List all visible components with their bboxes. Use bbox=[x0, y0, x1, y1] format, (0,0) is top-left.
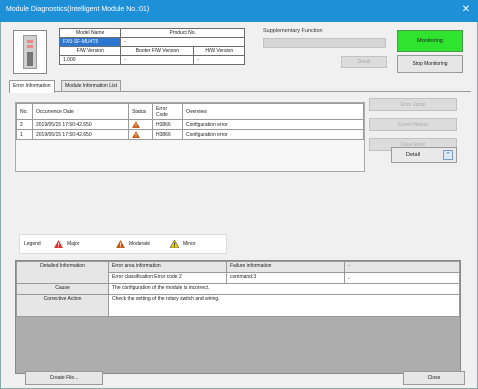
detail-information-box: Detailed Information Error area informat… bbox=[15, 260, 461, 374]
legend-major-text: Major bbox=[67, 241, 80, 247]
error-table: No. Occurrence Date Status Error Code Ov… bbox=[16, 103, 364, 140]
col-status: Status bbox=[128, 103, 153, 120]
failure-info-value: command:3 bbox=[226, 272, 345, 284]
error-area-value: Error classification:Error code 2 bbox=[108, 272, 227, 284]
model-name-header: Model Name bbox=[58, 28, 122, 38]
booter-fw-header: Booter F/W Version bbox=[120, 46, 195, 56]
stop-monitoring-button[interactable]: Stop Monitoring bbox=[397, 55, 463, 73]
table-row[interactable]: 2 2019/05/15 17:50:42.650 H3866 Configur… bbox=[16, 119, 364, 130]
supplementary-function-label: Supplementary Function bbox=[263, 28, 323, 34]
detailed-information-label: Detailed Information bbox=[16, 261, 109, 284]
error-jump-button[interactable]: Error Jump bbox=[369, 98, 457, 111]
detail-information-table: Detailed Information Error area informat… bbox=[16, 261, 460, 317]
corrective-action-value: Check the setting of the rotary switch a… bbox=[108, 294, 460, 317]
legend-moderate-text: Moderate bbox=[129, 241, 151, 247]
col-no: No. bbox=[16, 103, 33, 120]
row-overview: Configuration error bbox=[182, 129, 364, 140]
row-date: 2019/05/15 17:50:42.650 bbox=[32, 129, 129, 140]
col-error-code: Error Code bbox=[152, 103, 183, 120]
row-status bbox=[128, 129, 153, 140]
product-no-header: Product No. bbox=[120, 28, 245, 38]
module-info-table: Model Name Product No. FX5-SF-MU4T5 - F/… bbox=[58, 28, 245, 65]
extra-header: - bbox=[344, 261, 460, 273]
monitoring-button[interactable]: Monitoring bbox=[397, 30, 463, 52]
table-row[interactable]: 1 2019/05/15 17:50:42.650 H3866 Configur… bbox=[16, 129, 364, 140]
window-title: Module Diagnostics(Intelligent Module No… bbox=[6, 6, 150, 13]
detail-button-label: Detail bbox=[406, 152, 421, 158]
module-image bbox=[13, 30, 47, 74]
cause-label: Cause bbox=[16, 283, 109, 295]
failure-info-header: Failure information bbox=[226, 261, 345, 273]
moderate-error-icon bbox=[116, 239, 125, 248]
error-list: No. Occurrence Date Status Error Code Ov… bbox=[15, 102, 365, 172]
legend-label: Legend bbox=[24, 241, 41, 247]
row-code: H3866 bbox=[152, 119, 183, 130]
row-status bbox=[128, 119, 153, 130]
legend: Legend Major Moderate Minor bbox=[19, 234, 227, 254]
major-error-icon bbox=[54, 239, 63, 248]
error-information-panel: No. Occurrence Date Status Error Code Ov… bbox=[9, 91, 471, 253]
module-diagnostics-window: Model Name Product No. FX5-SF-MU4T5 - F/… bbox=[0, 22, 478, 389]
hw-version-value: - bbox=[193, 55, 245, 65]
legend-major: Major bbox=[54, 239, 80, 249]
minor-error-icon bbox=[169, 239, 180, 248]
chevron-up-icon: ⌃ bbox=[443, 150, 453, 160]
close-button[interactable]: Close bbox=[403, 371, 465, 385]
row-no: 2 bbox=[16, 119, 33, 130]
row-code: H3866 bbox=[152, 129, 183, 140]
fw-version-header: F/W Version bbox=[58, 46, 122, 56]
booter-fw-value: - bbox=[120, 55, 195, 65]
tab-error-information[interactable]: Error Information bbox=[9, 80, 55, 93]
legend-moderate: Moderate bbox=[116, 239, 150, 249]
product-no-value: - bbox=[120, 37, 245, 47]
legend-minor-text: Minor bbox=[183, 241, 196, 247]
cause-value: The configuration of the module is incor… bbox=[108, 283, 460, 295]
col-occurrence-date: Occurrence Date bbox=[32, 103, 129, 120]
moderate-error-icon bbox=[132, 131, 140, 138]
col-overview: Overview bbox=[182, 103, 364, 120]
row-overview: Configuration error bbox=[182, 119, 364, 130]
hw-version-header: H/W Version bbox=[193, 46, 245, 56]
moderate-error-icon bbox=[132, 121, 140, 128]
detail-button[interactable]: Detail ⌃ bbox=[391, 147, 457, 163]
event-history-button[interactable]: Event History bbox=[369, 118, 457, 131]
error-area-header: Error area information bbox=[108, 261, 227, 273]
model-name-value: FX5-SF-MU4T5 bbox=[58, 37, 122, 47]
row-date: 2019/05/15 17:50:42.650 bbox=[32, 119, 129, 130]
extra-value: - bbox=[344, 272, 460, 284]
corrective-action-label: Corrective Action bbox=[16, 294, 109, 317]
legend-minor: Minor bbox=[169, 239, 196, 249]
title-bar: Module Diagnostics(Intelligent Module No… bbox=[0, 0, 478, 22]
fw-version-value: 1.000 bbox=[58, 55, 122, 65]
supplementary-detail-button[interactable]: Detail bbox=[341, 56, 387, 68]
create-file-button[interactable]: Create File... bbox=[25, 371, 103, 385]
row-no: 1 bbox=[16, 129, 33, 140]
supplementary-function-field bbox=[263, 38, 386, 48]
close-icon[interactable]: ✕ bbox=[460, 4, 472, 16]
